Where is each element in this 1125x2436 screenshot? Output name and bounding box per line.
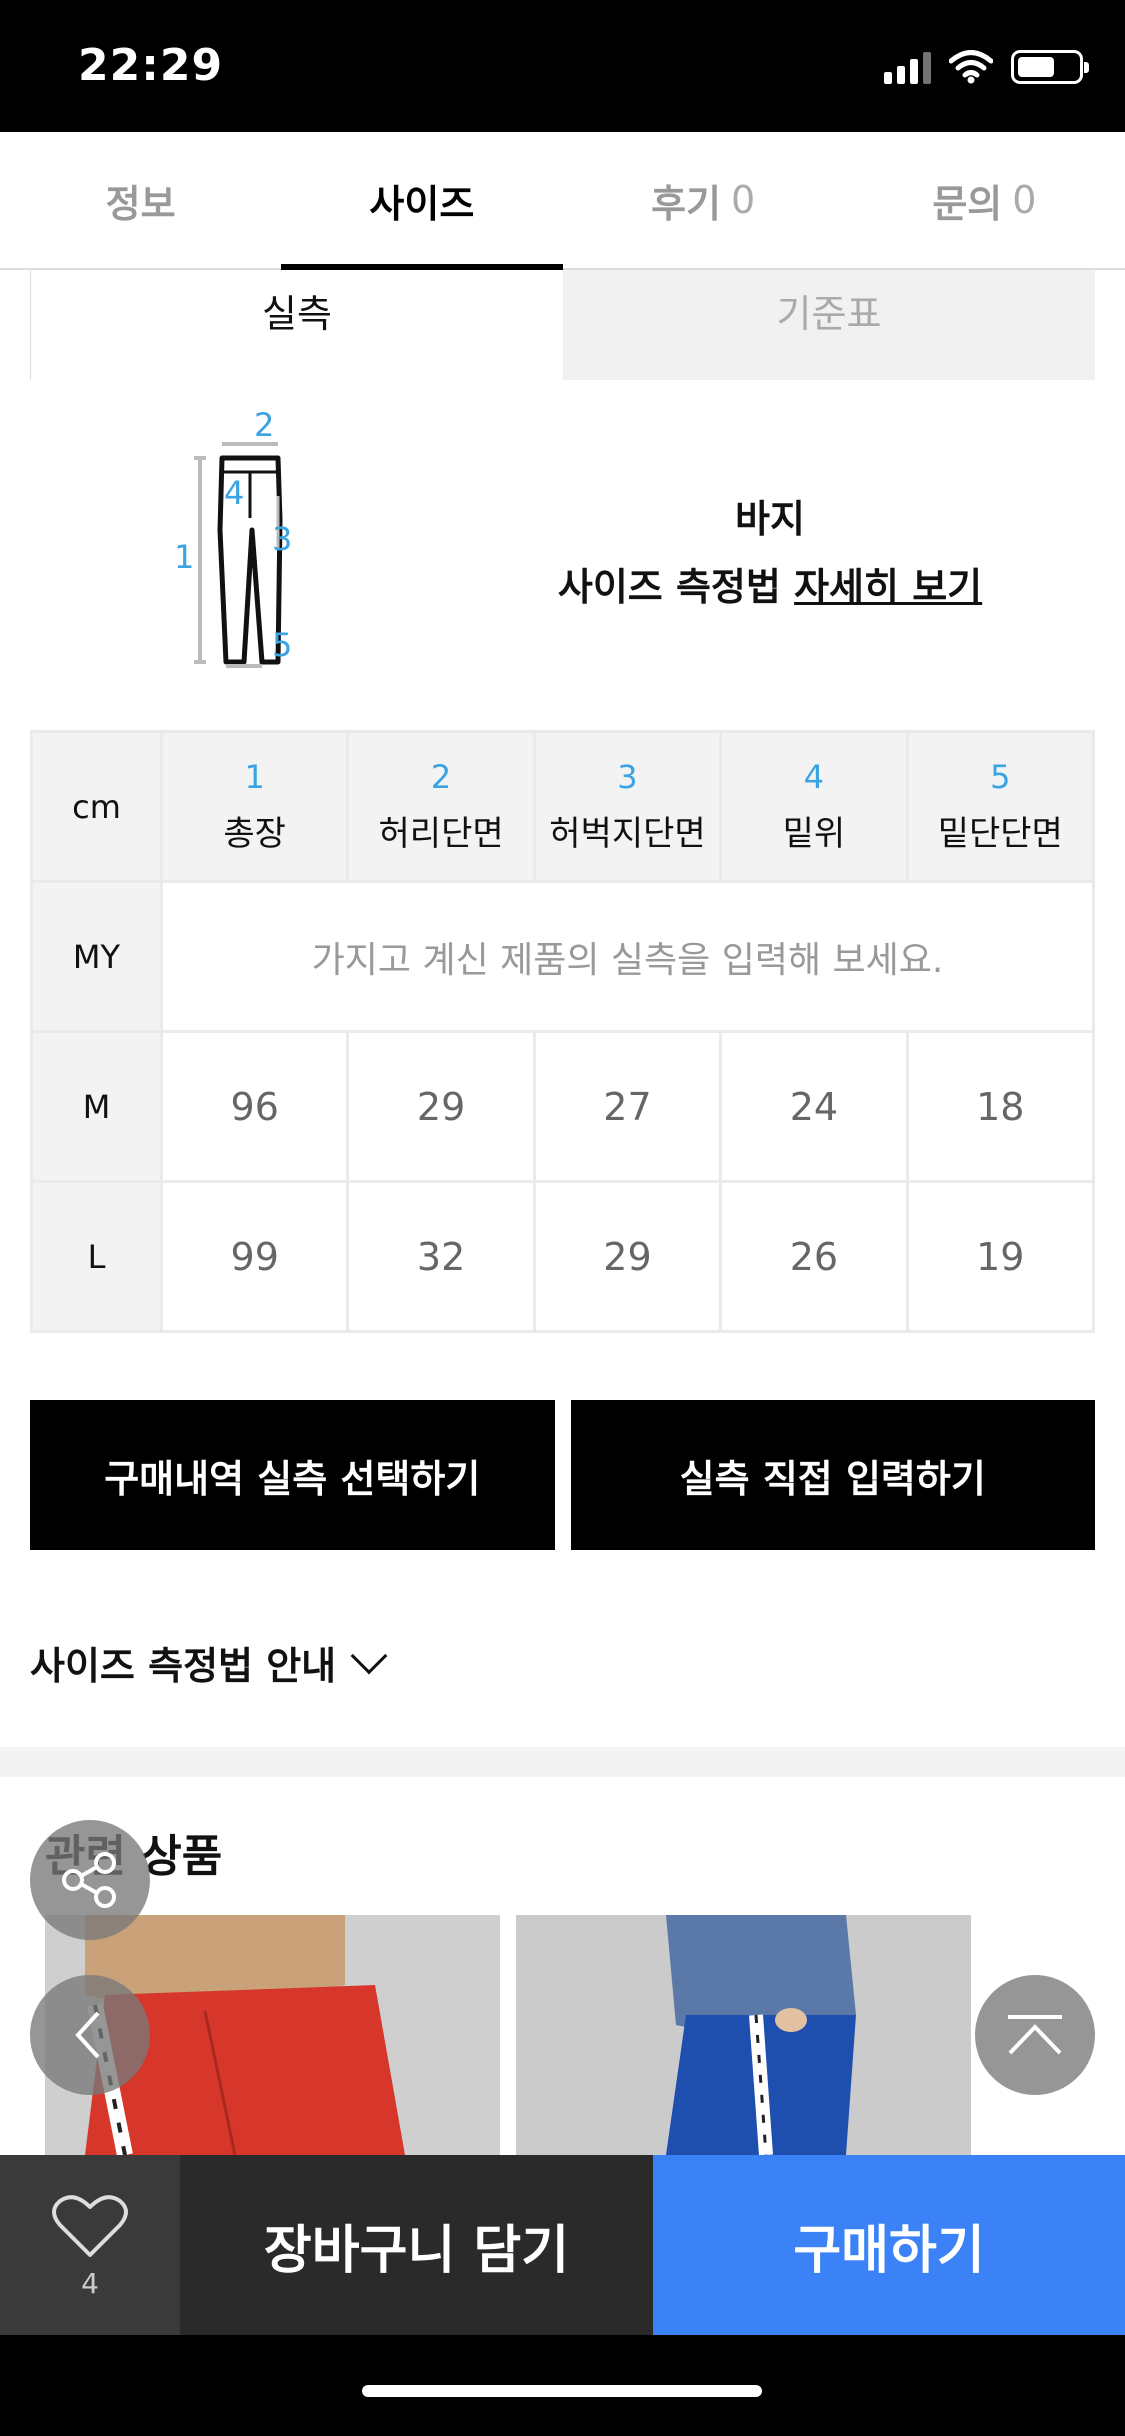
table-row: M 96 29 27 24 18 (30, 1030, 1096, 1183)
category-label: 바지 (735, 497, 805, 541)
sub-tabs: 실측 기준표 (30, 270, 1095, 380)
product-image (516, 1915, 971, 2155)
chevron-down-icon (350, 1637, 388, 1674)
my-size-row[interactable]: MY 가지고 계신 제품의 실측을 입력해 보세요. (30, 880, 1095, 1033)
table-cell: 24 (719, 1030, 909, 1183)
row-label: M (30, 1030, 163, 1183)
tab-inquiry-count: 0 (1012, 178, 1037, 222)
tab-size[interactable]: 사이즈 (281, 132, 563, 270)
table-cell: 26 (719, 1180, 909, 1333)
column-header: 3 허벅지단면 (532, 730, 723, 883)
column-header: 1 총장 (159, 730, 350, 883)
row-label-my: MY (30, 880, 163, 1033)
status-icons (884, 50, 1089, 84)
heart-icon (52, 2194, 128, 2257)
like-count: 4 (81, 2266, 99, 2300)
scroll-top-button[interactable] (975, 1975, 1095, 2095)
tab-size-label: 사이즈 (369, 181, 475, 226)
measurement-buttons: 구매내역 실측 선택하기 실측 직접 입력하기 (30, 1400, 1095, 1550)
size-guide-toggle-label: 사이즈 측정법 안내 (30, 1644, 337, 1688)
table-cell: 32 (346, 1180, 536, 1333)
tab-inquiry-label: 문의 (932, 181, 1003, 226)
table-header-row: cm 1 총장 2 허리단면 3 허벅지단면 4 밑위 5 밑단단면 (30, 730, 1096, 883)
column-header: 2 허리단면 (346, 730, 536, 883)
battery-icon (1011, 50, 1089, 84)
main-tabs: 정보 사이즈 후기 0 문의 0 (0, 132, 1125, 270)
add-to-cart-button[interactable]: 장바구니 담기 (180, 2155, 653, 2335)
home-indicator[interactable] (362, 2385, 762, 2397)
subtab-measured[interactable]: 실측 (30, 270, 563, 380)
guide-prefix: 사이즈 측정법 (557, 565, 795, 609)
cellular-signal-icon (884, 50, 931, 84)
table-cell: 99 (159, 1180, 350, 1333)
table-cell: 18 (905, 1030, 1096, 1183)
column-header: 5 밑단단면 (905, 730, 1096, 883)
share-icon (62, 1852, 116, 1908)
purchase-history-button[interactable]: 구매내역 실측 선택하기 (30, 1400, 555, 1550)
guide-detail-link[interactable]: 자세히 보기 (794, 565, 982, 609)
back-button[interactable] (30, 1975, 150, 2095)
share-button[interactable] (30, 1820, 150, 1940)
tab-reviews-count: 0 (730, 178, 756, 222)
table-row: L 99 32 29 26 19 (30, 1180, 1096, 1333)
direct-input-button[interactable]: 실측 직접 입력하기 (570, 1400, 1095, 1550)
table-cell: 27 (532, 1030, 723, 1183)
row-label: L (30, 1180, 163, 1333)
diagram-label-1: 1 (174, 538, 194, 576)
column-header: 4 밑위 (719, 730, 909, 883)
size-guide-toggle[interactable]: 사이즈 측정법 안내 (30, 1635, 388, 1690)
home-indicator-area (0, 2335, 1125, 2436)
unit-cell: cm (30, 730, 163, 883)
related-product-card[interactable] (516, 1915, 971, 2155)
table-cell: 29 (532, 1180, 723, 1333)
chevron-left-icon (75, 2011, 100, 2059)
diagram-label-2: 2 (254, 406, 274, 444)
scroll-top-icon (1008, 2015, 1062, 2055)
buy-now-button[interactable]: 구매하기 (653, 2155, 1125, 2335)
subtab-standard-chart[interactable]: 기준표 (563, 270, 1095, 380)
like-button[interactable]: 4 (0, 2155, 180, 2335)
diagram-label-4: 4 (224, 474, 244, 512)
tab-info[interactable]: 정보 (0, 132, 281, 268)
tab-info-label: 정보 (105, 181, 176, 226)
pants-diagram: 1 2 3 4 5 (174, 406, 292, 668)
size-guide-text: 바지 사이즈 측정법 자세히 보기 (520, 485, 1020, 621)
table-cell: 29 (346, 1030, 536, 1183)
table-cell: 19 (905, 1180, 1096, 1333)
size-table: cm 1 총장 2 허리단면 3 허벅지단면 4 밑위 5 밑단단면 MY 가지고 계신 … (30, 730, 1096, 1333)
section-divider (0, 1747, 1125, 1777)
wifi-icon (949, 50, 993, 84)
tab-reviews[interactable]: 후기 0 (563, 132, 844, 268)
table-cell: 96 (159, 1030, 350, 1183)
bottom-action-bar: 4 장바구니 담기 구매하기 (0, 2155, 1125, 2335)
tab-reviews-label: 후기 (651, 181, 721, 226)
status-time: 22:29 (78, 40, 224, 91)
my-size-input-hint[interactable]: 가지고 계신 제품의 실측을 입력해 보세요. (160, 880, 1095, 1033)
diagram-label-3: 3 (272, 520, 292, 558)
tab-inquiry[interactable]: 문의 0 (844, 132, 1125, 268)
status-bar: 22:29 (0, 0, 1125, 132)
diagram-label-5: 5 (272, 626, 292, 664)
